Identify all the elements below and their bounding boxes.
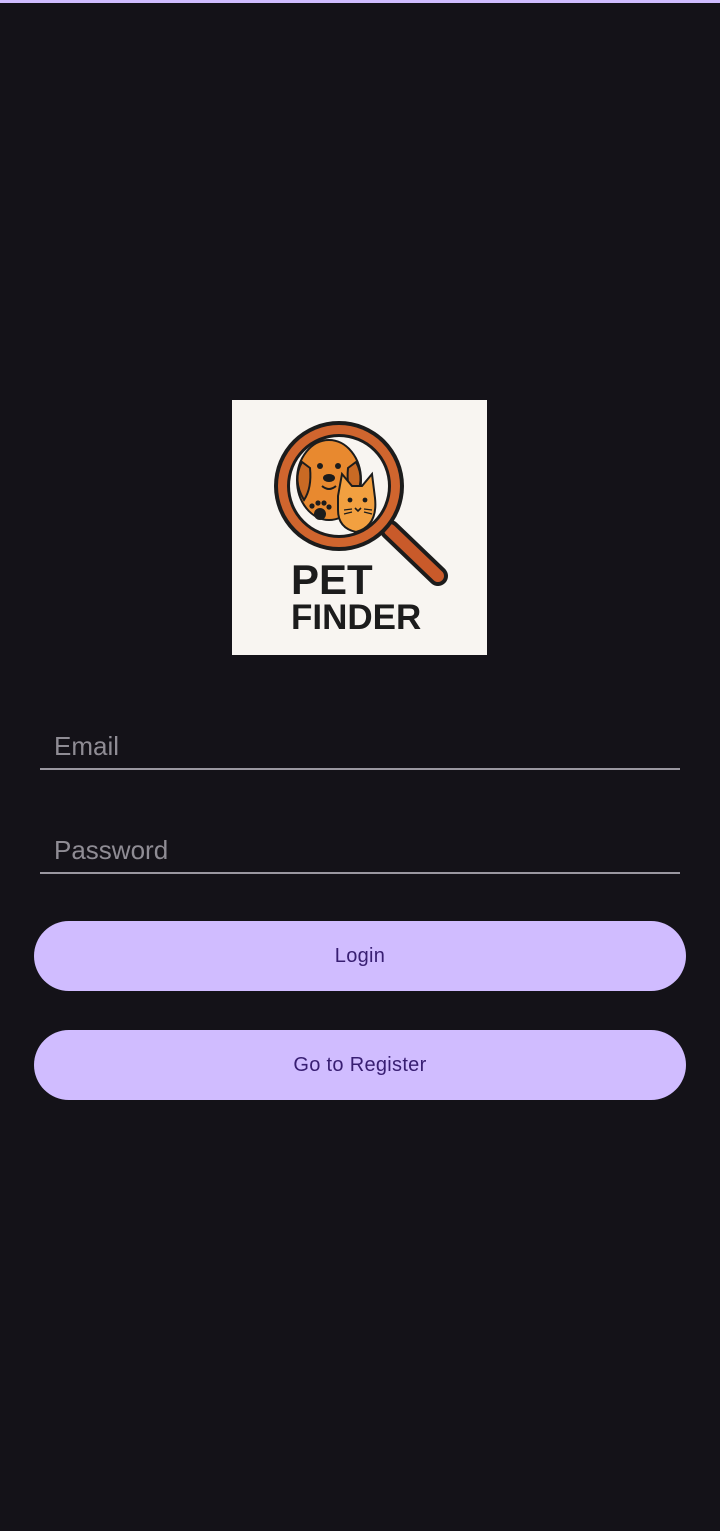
- email-field[interactable]: [40, 712, 680, 772]
- email-input[interactable]: [40, 712, 680, 770]
- password-input[interactable]: [40, 816, 680, 874]
- login-button[interactable]: Login: [34, 921, 686, 991]
- login-button-label: Login: [334, 944, 386, 967]
- magnifier-with-dog-and-cat-icon: PET FINDER: [274, 421, 448, 637]
- go-to-register-button[interactable]: Go to Register: [34, 1030, 686, 1100]
- app-logo: PET FINDER: [232, 400, 487, 655]
- register-button-label: Go to Register: [293, 1053, 427, 1076]
- logo-text-line1: PET: [291, 556, 373, 603]
- password-field[interactable]: [40, 816, 680, 876]
- logo-text-line2: FINDER: [291, 598, 421, 637]
- top-accent-line: [0, 0, 720, 3]
